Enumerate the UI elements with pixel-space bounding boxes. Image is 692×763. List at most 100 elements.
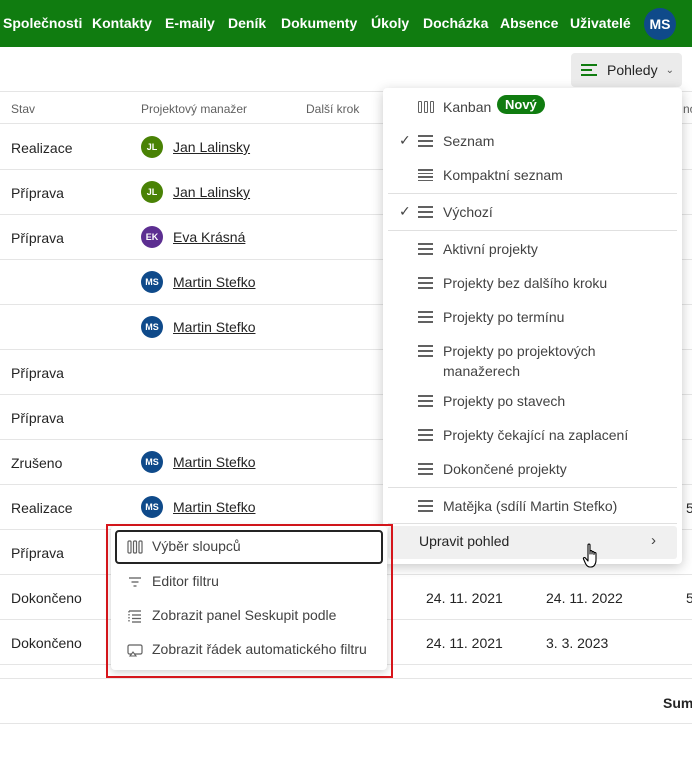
cell-stav: Dokončeno [11,635,82,651]
cell-stav: Dokončeno [11,590,82,606]
manager-link[interactable]: Martin Stefko [173,319,255,335]
menu-divider [388,230,677,231]
manager-link[interactable]: Jan Lalinsky [173,184,250,200]
list-icon [418,345,433,357]
list-icon [418,277,433,289]
cell-manager: MS Martin Stefko [141,496,255,518]
menu-item-label: Projekty po projektových manažerech [443,343,596,379]
menu-item-kompaktni-seznam[interactable]: Kompaktní seznam [383,165,682,185]
compact-list-icon [418,169,433,181]
manager-link[interactable]: Martin Stefko [173,274,255,290]
manager-link[interactable]: Martin Stefko [173,454,255,470]
edit-view-label: Upravit pohled [419,533,510,549]
nav-kontakty[interactable]: Kontakty [92,15,152,31]
new-badge: Nový [497,95,545,114]
cell-stav: Příprava [11,185,64,201]
nav-emaily[interactable]: E-maily [165,15,215,31]
menu-item-label: Zobrazit řádek automatického filtru [152,641,367,657]
nav-dochazka[interactable]: Docházka [423,15,488,31]
top-navigation: Společnosti Kontakty E-maily Deník Dokum… [0,0,692,47]
cell-clipped: 5 [686,500,692,516]
cell-manager: MS Martin Stefko [141,451,255,473]
menu-item-label: Výchozí [443,204,493,220]
nav-uzivatele[interactable]: Uživatelé [570,15,631,31]
manager-link[interactable]: Eva Krásná [173,229,245,245]
list-icon [418,135,433,147]
menu-item-label: Projekty po stavech [443,393,566,409]
nav-dokumenty[interactable]: Dokumenty [281,15,357,31]
views-button-label: Pohledy [607,62,658,78]
menu-item-label: Projekty čekající na zaplacení [443,427,629,443]
cell-date-end: 24. 11. 2022 [546,590,623,606]
nav-absence[interactable]: Absence [500,15,558,31]
menu-item-label: Projekty po termínu [443,309,565,325]
avatar: JL [141,181,163,203]
column-header-clipped[interactable]: no [683,102,692,116]
kanban-icon [418,101,434,113]
menu-item-shared-view[interactable]: Matějka (sdílí Martin Stefko) [383,496,682,516]
edit-view-item[interactable]: Upravit pohled › [388,526,677,559]
menu-item-label: Projekty bez dalšího kroku [443,275,608,291]
views-dropdown-menu: Kanban Nový ✓ Seznam Kompaktní seznam ✓ … [383,88,682,564]
menu-item-auto-filter-row[interactable]: Zobrazit řádek automatického filtru [115,633,383,667]
list-icon [418,311,433,323]
menu-item-label: Dokončené projekty [443,461,567,477]
cell-manager: JL Jan Lalinsky [141,181,250,203]
list-icon [418,429,433,441]
menu-item-filter-editor[interactable]: Editor filtru [115,565,383,599]
checkmark-icon: ✓ [399,203,411,219]
cell-date-end: 3. 3. 2023 [546,635,609,651]
cell-stav: Realizace [11,500,73,516]
manager-link[interactable]: Martin Stefko [173,499,255,515]
chevron-down-icon: ⌄ [665,64,674,76]
list-icon [418,395,433,407]
user-avatar[interactable]: MS [644,8,676,40]
menu-item-label: Zobrazit panel Seskupit podle [152,607,337,623]
menu-divider [388,193,677,194]
cell-stav: Realizace [11,140,73,156]
sum-label: Sum [663,695,692,711]
group-by-icon [128,610,141,623]
menu-item-label: Editor filtru [152,573,219,589]
avatar: MS [141,271,163,293]
nav-ukoly[interactable]: Úkoly [371,15,409,31]
menu-item-label: Aktivní projekty [443,241,538,257]
columns-icon [127,540,143,554]
hand-cursor-icon [582,543,597,568]
summary-row: Sum [0,678,692,724]
checkmark-icon: ✓ [399,132,411,148]
menu-item-vychozi[interactable]: ✓ Výchozí [383,202,682,222]
cell-date-start: 24. 11. 2021 [426,635,503,651]
menu-item-kanban[interactable]: Kanban Nový [383,95,682,117]
edit-view-submenu: Výběr sloupců Editor filtru Zobrazit pan… [111,526,387,670]
list-icon [581,64,599,76]
menu-item-group-panel[interactable]: Zobrazit panel Seskupit podle [115,599,383,633]
avatar: MS [141,316,163,338]
column-header-stav[interactable]: Stav [11,102,35,116]
avatar: MS [141,496,163,518]
views-button[interactable]: Pohledy ⌄ [571,53,682,87]
nav-spolecnosti[interactable]: Společnosti [3,15,82,31]
menu-item-column-chooser[interactable]: Výběr sloupců [115,530,383,564]
menu-item-label: Kompaktní seznam [443,167,563,183]
cell-stav: Příprava [11,545,64,561]
menu-item-seznam[interactable]: ✓ Seznam [383,131,682,151]
nav-denik[interactable]: Deník [228,15,266,31]
cell-manager: MS Martin Stefko [141,316,255,338]
filter-row-icon [127,644,143,657]
list-icon [418,206,433,218]
column-header-next-step[interactable]: Další krok [306,102,359,116]
cell-manager: EK Eva Krásná [141,226,245,248]
cell-date-start: 24. 11. 2021 [426,590,503,606]
column-header-manager[interactable]: Projektový manažer [141,102,247,116]
menu-divider [388,523,677,524]
cell-stav: Příprava [11,230,64,246]
avatar: EK [141,226,163,248]
avatar: JL [141,136,163,158]
list-icon [418,500,433,512]
manager-link[interactable]: Jan Lalinsky [173,139,250,155]
cell-stav: Zrušeno [11,455,63,471]
cell-manager: JL Jan Lalinsky [141,136,250,158]
menu-divider [388,487,677,488]
filter-icon [129,577,141,587]
